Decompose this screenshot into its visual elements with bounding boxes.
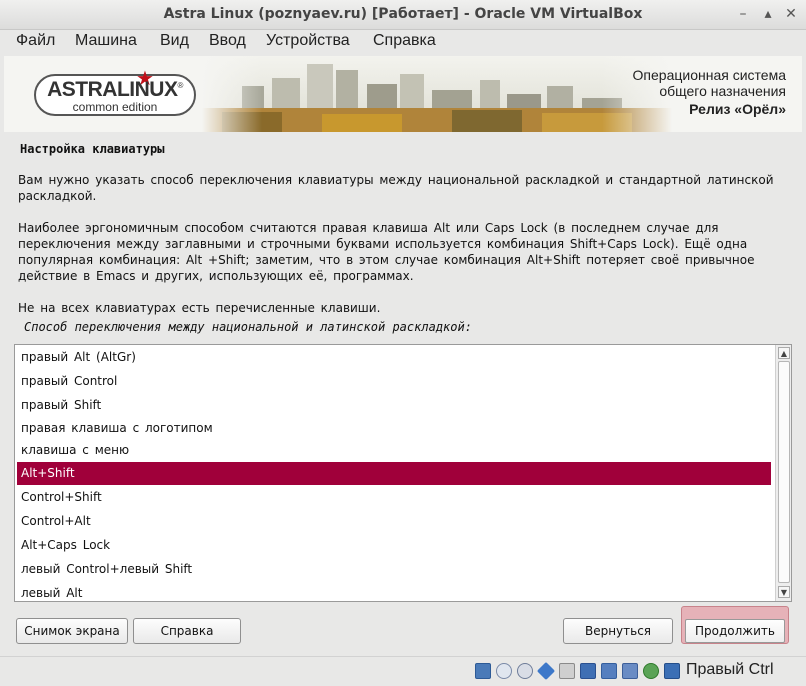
listbox-scrollbar[interactable]: ▲ ▼ [775, 345, 791, 601]
menu-devices[interactable]: Устройства [266, 32, 350, 50]
menu-help[interactable]: Справка [373, 32, 436, 50]
audio-icon[interactable] [517, 663, 533, 679]
list-item[interactable]: левый Alt [17, 582, 771, 601]
description-paragraph-1: Вам нужно указать способ переключения кл… [18, 173, 774, 203]
window-titlebar[interactable]: Astra Linux (poznyaev.ru) [Работает] - O… [0, 0, 806, 30]
list-item[interactable]: левый Control+левый Shift [17, 558, 771, 581]
menu-view[interactable]: Вид [160, 32, 189, 50]
astra-logo: ★ ASTRALINUX® common edition [34, 68, 196, 116]
host-key-label: Правый Ctrl [686, 661, 774, 678]
cpu-icon[interactable] [643, 663, 659, 679]
scroll-up-icon[interactable]: ▲ [778, 347, 790, 359]
keyboard-icon[interactable] [664, 663, 680, 679]
option-prompt: Способ переключения между национальной и… [24, 320, 472, 334]
close-icon[interactable]: ✕ [782, 5, 800, 23]
list-item[interactable]: Control+Alt [17, 510, 771, 533]
minimize-icon[interactable]: – [734, 5, 752, 23]
maximize-icon[interactable]: ▴ [759, 5, 777, 23]
installer-page: Настройка клавиатуры Вам нужно указать с… [4, 132, 802, 656]
menu-machine[interactable]: Машина [75, 32, 137, 50]
layout-switch-listbox[interactable]: правый Alt (AltGr) правый Control правый… [14, 344, 792, 602]
list-item[interactable]: Alt+Caps Lock [17, 534, 771, 557]
installer-banner: ★ ASTRALINUX® common edition Операционна… [4, 56, 802, 132]
optical-disk-icon[interactable] [496, 663, 512, 679]
list-item[interactable]: Control+Shift [17, 486, 771, 509]
release-name: Релиз «Орёл» [689, 101, 786, 117]
banner-text: Операционная система общего назначения Р… [632, 67, 786, 117]
display-icon[interactable] [580, 663, 596, 679]
recording-icon[interactable] [622, 663, 638, 679]
usb-icon[interactable] [536, 661, 556, 681]
city-panorama-image [202, 56, 672, 132]
description-paragraph-3: Не на всех клавиатурах есть перечисленны… [18, 301, 381, 315]
scrollbar-thumb[interactable] [778, 361, 790, 583]
scroll-down-icon[interactable]: ▼ [778, 586, 790, 598]
continue-button[interactable]: Продолжить [681, 606, 789, 644]
list-item-selected[interactable]: Alt+Shift [17, 462, 771, 485]
vm-statusbar: Правый Ctrl [0, 656, 806, 686]
back-button[interactable]: Вернуться [563, 618, 673, 644]
menubar: Файл Машина Вид Ввод Устройства Справка [0, 30, 806, 56]
menu-input[interactable]: Ввод [209, 32, 246, 50]
menu-file[interactable]: Файл [16, 32, 55, 50]
hdd-icon[interactable] [475, 663, 491, 679]
list-item[interactable]: правый Shift [17, 394, 771, 417]
list-item[interactable]: правый Alt (AltGr) [17, 346, 771, 369]
list-item[interactable]: клавиша с меню [17, 439, 771, 462]
network-icon[interactable] [601, 663, 617, 679]
shared-folder-icon[interactable] [559, 663, 575, 679]
window-title: Astra Linux (poznyaev.ru) [Работает] - O… [163, 6, 643, 22]
screenshot-button[interactable]: Снимок экрана [16, 618, 128, 644]
help-button[interactable]: Справка [133, 618, 241, 644]
description-paragraph-2: Наиболее эргономичным способом считаются… [18, 221, 755, 283]
page-title: Настройка клавиатуры [20, 142, 165, 156]
list-item[interactable]: правая клавиша с логотипом [17, 417, 771, 440]
list-item[interactable]: правый Control [17, 370, 771, 393]
